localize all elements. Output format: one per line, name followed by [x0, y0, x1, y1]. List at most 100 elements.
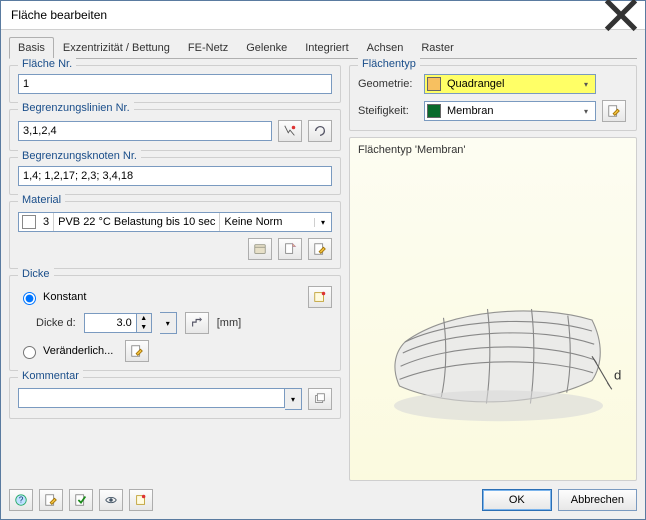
thickness-variable-input[interactable]	[23, 346, 36, 359]
eraser-icon	[313, 124, 327, 138]
dialog-window: Fläche bearbeiten Basis Exzentrizität / …	[0, 0, 646, 520]
check-note-icon	[74, 493, 88, 507]
edit-icon	[313, 242, 327, 256]
tab-basis[interactable]: Basis	[9, 37, 54, 59]
legend-comment: Kommentar	[18, 370, 83, 382]
edit-icon	[130, 344, 144, 358]
thickness-step-button[interactable]	[185, 312, 209, 334]
chevron-down-icon: ▾	[579, 102, 593, 120]
pick-lines-button[interactable]	[278, 120, 302, 142]
spin-up[interactable]: ▲	[137, 314, 151, 323]
group-surface-type: Flächentyp Geometrie: Quadrangel ▾ Steif…	[349, 65, 637, 131]
spin-down[interactable]: ▼	[137, 323, 151, 332]
window-title: Fläche bearbeiten	[11, 8, 107, 22]
stack-icon	[313, 392, 327, 406]
legend-surface-no: Fläche Nr.	[18, 58, 76, 70]
comment-manage-button[interactable]	[308, 388, 332, 410]
group-boundary-lines: Begrenzungslinien Nr.	[9, 109, 341, 151]
svg-text:?: ?	[19, 496, 24, 505]
material-field[interactable]: 3 PVB 22 °C Belastung bis 10 sec Keine N…	[18, 212, 332, 232]
eye-icon	[104, 493, 118, 507]
close-button[interactable]	[603, 4, 639, 26]
legend-thickness: Dicke	[18, 268, 54, 280]
help-icon: ?	[14, 493, 28, 507]
preview-caption: Flächentyp 'Membran'	[358, 144, 466, 156]
group-comment: Kommentar ▾	[9, 377, 341, 419]
thickness-info-button[interactable]	[308, 286, 332, 308]
thickness-variable-radio[interactable]: Veränderlich...	[18, 343, 113, 359]
titlebar: Fläche bearbeiten	[1, 1, 645, 30]
material-edit-button[interactable]	[308, 238, 332, 260]
client-area: Basis Exzentrizität / Bettung FE-Netz Ge…	[1, 30, 645, 519]
comment-input[interactable]	[18, 388, 285, 408]
geometry-swatch	[427, 77, 441, 91]
tab-raster[interactable]: Raster	[412, 37, 462, 59]
pin-button[interactable]	[129, 489, 153, 511]
legend-boundary-lines: Begrenzungslinien Nr.	[18, 102, 134, 114]
stiffness-value: Membran	[447, 105, 573, 117]
material-dropdown-arrow[interactable]: ▾	[314, 218, 331, 227]
stiffness-swatch	[427, 104, 441, 118]
membrane-surface-illustration: d	[350, 138, 636, 480]
comment-dropdown[interactable]: ▾	[285, 388, 302, 410]
stiffness-select[interactable]: Membran ▾	[424, 101, 596, 121]
ok-button[interactable]: OK	[482, 489, 552, 511]
help-button[interactable]: ?	[9, 489, 33, 511]
edit-tool-button[interactable]	[39, 489, 63, 511]
thickness-constant-radio[interactable]: Konstant	[18, 289, 86, 305]
tab-exzentrizitaet-bettung[interactable]: Exzentrizität / Bettung	[54, 37, 179, 59]
thickness-unit-label: [mm]	[217, 317, 241, 329]
material-new-button[interactable]	[278, 238, 302, 260]
material-name: PVB 22 °C Belastung bis 10 sec	[54, 213, 220, 231]
tab-strip: Basis Exzentrizität / Bettung FE-Netz Ge…	[9, 36, 637, 59]
tab-fe-netz[interactable]: FE-Netz	[179, 37, 237, 59]
pin-icon	[134, 493, 148, 507]
thickness-marker-label: d	[614, 367, 621, 382]
thickness-constant-label: Konstant	[43, 291, 86, 303]
new-item-icon	[283, 242, 297, 256]
dialog-footer: ? OK Abbrechen	[9, 489, 637, 511]
surface-no-input[interactable]	[18, 74, 332, 94]
stiffness-edit-button[interactable]	[602, 100, 626, 122]
thickness-unit-dropdown[interactable]: ▾	[160, 312, 177, 334]
clear-lines-button[interactable]	[308, 120, 332, 142]
pencil-note-icon	[44, 493, 58, 507]
group-thickness: Dicke Konstant Dicke d: ▲▼	[9, 275, 341, 371]
material-index: 3	[39, 213, 54, 231]
stiffness-label: Steifigkeit:	[358, 105, 418, 117]
surface-type-preview: Flächentyp 'Membran'	[349, 137, 637, 481]
close-icon	[603, 0, 639, 33]
pin-note-icon	[313, 290, 327, 304]
cancel-button[interactable]: Abbrechen	[558, 489, 637, 511]
tab-achsen[interactable]: Achsen	[358, 37, 413, 59]
step-icon	[190, 316, 204, 330]
thickness-d-spinner[interactable]: ▲▼	[84, 313, 152, 333]
pick-icon	[283, 124, 297, 138]
geometry-label: Geometrie:	[358, 78, 418, 90]
boundary-lines-input[interactable]	[18, 121, 272, 141]
boundary-nodes-input[interactable]	[18, 166, 332, 186]
group-surface-no: Fläche Nr.	[9, 65, 341, 103]
chevron-down-icon: ▾	[579, 75, 593, 93]
material-color-swatch	[22, 215, 36, 229]
thickness-d-label: Dicke d:	[36, 317, 76, 329]
thickness-d-value[interactable]	[84, 313, 136, 333]
check-tool-button[interactable]	[69, 489, 93, 511]
material-standard: Keine Norm	[220, 213, 314, 231]
thickness-constant-input[interactable]	[23, 292, 36, 305]
library-icon	[253, 242, 267, 256]
legend-material: Material	[18, 194, 65, 206]
material-library-button[interactable]	[248, 238, 272, 260]
legend-surface-type: Flächentyp	[358, 58, 420, 70]
group-material: Material 3 PVB 22 °C Belastung bis 10 se…	[9, 201, 341, 269]
geometry-select[interactable]: Quadrangel ▾	[424, 74, 596, 94]
tab-gelenke[interactable]: Gelenke	[237, 37, 296, 59]
thickness-variable-label: Veränderlich...	[43, 345, 113, 357]
tab-integriert[interactable]: Integriert	[296, 37, 357, 59]
legend-boundary-nodes: Begrenzungsknoten Nr.	[18, 150, 141, 162]
edit-icon	[607, 104, 621, 118]
geometry-value: Quadrangel	[447, 78, 573, 90]
group-boundary-nodes: Begrenzungsknoten Nr.	[9, 157, 341, 195]
thickness-variable-edit-button[interactable]	[125, 340, 149, 362]
view-button[interactable]	[99, 489, 123, 511]
